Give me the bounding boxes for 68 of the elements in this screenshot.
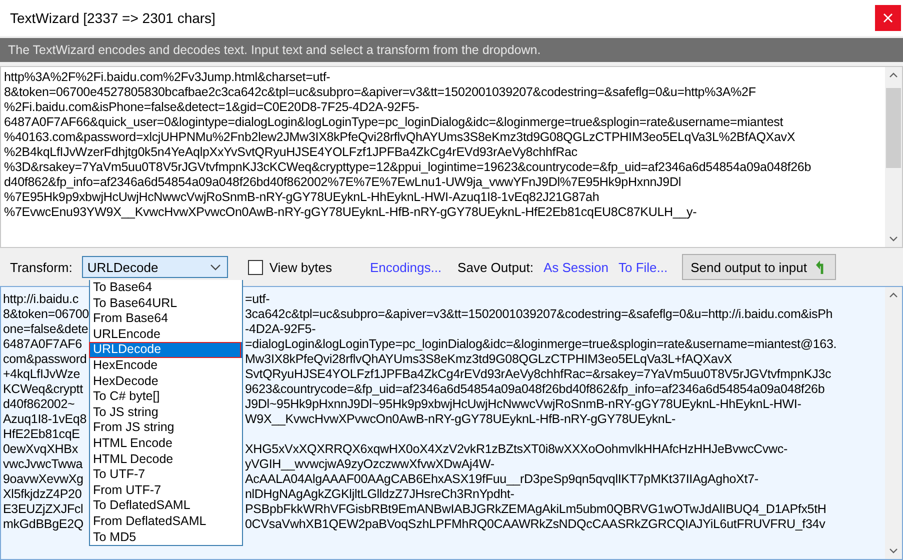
output-text-fragment: HfE2Eb81cqE — [3, 427, 81, 442]
scrollbar[interactable] — [885, 67, 902, 247]
encodings-link[interactable]: Encodings... — [370, 260, 442, 274]
output-text-fragment: http://i.baidu.c — [3, 292, 80, 307]
dropdown-option[interactable]: From JS string — [90, 420, 242, 436]
output-text-fragment: com&password — [3, 352, 88, 367]
input-text-area[interactable]: http%3A%2F%2Fi.baidu.com%2Fv3Jump.html&charset=utf- 8&token=06700e4527805830bcafbae2c3ca642c&tpl=uc&subpro=&apiver=v3&tt=1502001039207&codestring=&safeflg=0&u=http%3A%2F %2Fi.baidu.com&isPhone=false&detect=1&gid=C0E20D8-7F25-4D2A-92F5- 6487A0F7AF66&quick_user=0&logintype=dialogLogin&logLoginType=pc_loginDialog&idc=&loginmerge=true&splogin=rate&username=miantest %40163.com&password=xlcjUHPNMu%2Fnb2lew2JMw3IX8kPfeQvi28rflvQhAYUms3S8eKmz3td9G08QGLzCTPHIM3eo5ELqVa3L%2BfAQXavX %2B4kqLfIJvWzerFdhjtg0k5n4YeAqlpXxYvSvtQRyuHJSE4YOLFzf1JPFBa4ZkCg4rEVd93rAeVy8chhfRac %3D&rsakey=7YaVm5uu0T8V5rJGVtvfmpnKJ3cKCWeq&crypttype=12&ppui_logintime=19623&countrycode=&fp_uid=af2346a6d54854a09a048f26b d40f862&fp_info=af2346a6d54854a09a048f26bd40f862002%7E%7E%7EwLnu1-UW9ja_vwwYFnJ9Dl%7E95Hk9pHxnnJ9Dl %7E95Hk9p9xbwjHcUwjHcNwwcVwjRoSnmB-nRY-gGY78UEyknL-HhEyknL-HWI-Azuq1I8-1vEq82J21G87ah %7EvwcEnu93YW9X__KvwcHvwXPvwcOn0AwB-nRY-gGY78UEyknL-HfB-nRY-gGY78UEyknL-HfE2Eb81cqEU8C87KULH__y- — [0, 66, 903, 248]
output-text-fragment: d40f862002~ — [3, 397, 76, 412]
dropdown-option[interactable]: HTML Encode — [90, 436, 242, 452]
dropdown-option[interactable]: To Base64 — [90, 280, 242, 296]
output-text-fragment: 0CVsaVwhXB1QEW2paBVoqSzhLPFMhRQ0CAAWRkZsNDQcCAASRkZGRCQIAJYiL6utFRUVFRU_f34v — [245, 517, 826, 531]
chevron-down-icon[interactable] — [889, 548, 898, 554]
dropdown-option[interactable]: URLEncode — [90, 326, 242, 342]
transform-dropdown[interactable]: URLDecode — [82, 256, 228, 278]
output-text-fragment: PSBpbFkkWRhVFGisbRBt9EmANBwIABJGRkZEMAgAkiLm5ubm0QBRVG1wOTwJdAlIBUQ4_D1APfx5tH — [245, 502, 826, 516]
output-text-fragment: XHG5xVxXQXRRQX6xqwHX0oX4XzV2vkR1zBZtsXT0i8wXXXoOohmvlkHHAfcHzHHJeBvwcCvwc- — [245, 442, 788, 456]
output-text-fragment: Mw3IX8kPfeQvi28rflvQhAYUms3S8eKmz3td9G08QGLzCTPHIM3eo5ELqVa3L+fAQXavX — [245, 352, 732, 366]
output-text-fragment: 9623&countrycode=&fp_uid=af2346a6d54854a09a048f26bd40f862&fp_info=af2346a6d54854a09a048f26b — [245, 382, 825, 396]
output-text-fragment: W9X__KvwcHvwXPvwcOn0AwB-nRY-gGY78UEyknL-HfB-nRY-gGY78UEyknL- — [245, 412, 676, 426]
dropdown-option[interactable]: From UTF-7 — [90, 482, 242, 498]
output-text-fragment: vwcJvwcTwwa — [3, 457, 84, 472]
output-text-fragment: Xl5fkjdzZ4P20 — [3, 487, 83, 502]
output-text-fragment: Azuq1I8-1vEq8 — [3, 412, 88, 427]
as-session-link[interactable]: As Session — [543, 260, 608, 274]
view-bytes-checkbox[interactable] — [248, 260, 264, 274]
to-file-link[interactable]: To File... — [618, 260, 668, 274]
view-bytes-label: View bytes — [269, 260, 332, 274]
output-text-fragment: =utf- — [245, 292, 270, 306]
output-text-fragment: 9oavwXevwXg — [3, 472, 84, 487]
output-text-fragment: 0ewXvqXHBx — [3, 442, 79, 457]
output-text-fragment: 3ca642c&tpl=uc&subpro=&apiver=v3&tt=1502001039207&codestring=&safeflg=0&u=http://i.baidu.com&isPh — [245, 307, 833, 321]
send-output-button[interactable]: Send output to input — [682, 254, 836, 280]
dropdown-option[interactable]: To JS string — [90, 404, 242, 420]
dropdown-option[interactable]: To MD5 — [90, 530, 242, 546]
dropdown-option[interactable]: To UTF-7 — [90, 467, 242, 483]
output-text-fragment: =dialogLogin&logLoginType=pc_loginDialog&idc=&loginmerge=true&splogin=rate&username=miantest@163. — [245, 337, 837, 351]
transform-label: Transform: — [10, 260, 72, 274]
chevron-up-icon[interactable] — [889, 72, 898, 78]
dropdown-option[interactable]: From Base64 — [90, 311, 242, 327]
description-bar: The TextWizard encodes and decodes text. Input text and select a transform from the dropdown. — [0, 38, 903, 62]
output-text-fragment: AcAALA04AlgAAAF00AAgCAB6EhxASX19fFuu__rD3peSp9qn5qvqlIKT7pMKt37IIAgAghoXt7- — [245, 472, 758, 486]
chevron-down-icon[interactable] — [889, 236, 898, 242]
output-text-fragment: mkGdBBgE2Q — [3, 517, 84, 532]
dropdown-option[interactable]: To DeflatedSAML — [90, 498, 242, 514]
chevron-up-icon[interactable] — [889, 292, 898, 298]
output-text-fragment: 8&token=06700 — [3, 307, 90, 322]
output-text-fragment: +4kqLfIJvWze — [3, 367, 82, 382]
window-title: TextWizard [2337 => 2301 chars] — [9, 10, 216, 26]
dropdown-option[interactable]: HexDecode — [90, 374, 242, 390]
dropdown-option[interactable]: HexEncode — [90, 358, 242, 374]
dropdown-option[interactable]: To C# byte[] — [90, 389, 242, 405]
dropdown-option[interactable]: HTML Decode — [90, 452, 242, 468]
output-text-fragment: KCWeq&cryptt — [3, 382, 84, 397]
output-text-fragment: J9Dl~95Hk9pHxnnJ9Dl~95Hk9p9xbwjHcUwjHcNwwcVwjRoSnmB-nRY-gGY78UEyknL-HhEyknL-HWI- — [245, 397, 802, 411]
output-text-fragment: one=false&dete — [3, 322, 90, 337]
output-text-fragment: 6487A0F7AF6 — [3, 337, 83, 352]
output-text-fragment: yVGIH__wvwcjwA9zyOzczwwXfvwXDwAj4W- — [245, 457, 494, 471]
output-text-fragment: -4D2A-92F5- — [245, 322, 316, 336]
output-text-fragment: nlDHgNAgAgkZGKljltLGlldzZ7JHsreCh3RnYpdht- — [245, 487, 514, 501]
close-button[interactable] — [875, 5, 901, 31]
dropdown-option[interactable]: To Base64URL — [90, 296, 242, 312]
dropdown-option[interactable]: From DeflatedSAML — [90, 514, 242, 530]
output-text-fragment: SvtQRyuHJSE4YOLFzf1JPFBa4ZkCg4rEVd93rAeVy8chhfRac=&rsakey=7YaVm5uu0T8V5rJGVtvfmpnKJ3c — [245, 367, 832, 381]
close-icon — [882, 12, 894, 24]
scrollbar[interactable] — [885, 287, 902, 559]
output-text-fragment: E3EUZjZXJFcl — [3, 502, 84, 517]
save-output-label: Save Output: — [458, 260, 534, 274]
chevron-down-icon — [210, 264, 222, 270]
